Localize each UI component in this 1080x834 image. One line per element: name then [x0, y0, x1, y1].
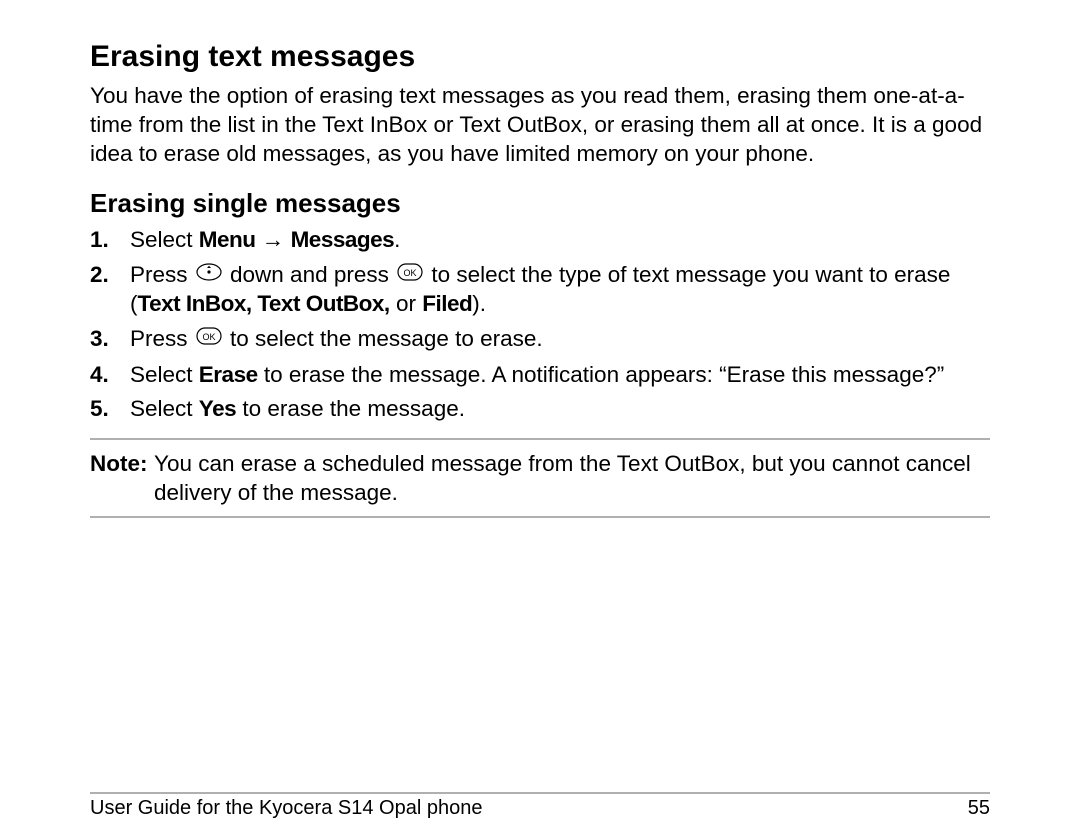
- step-1-text-a: Select: [130, 227, 199, 252]
- svg-text:OK: OK: [404, 268, 417, 278]
- step-1-messages: Messages: [291, 227, 395, 252]
- step-1-arrow: →: [256, 227, 291, 252]
- step-2-text-a: Press: [130, 262, 194, 287]
- ok-key-icon: OK: [196, 324, 222, 353]
- step-5-text-a: Select: [130, 396, 199, 421]
- steps-list: Select Menu → Messages. Press down and p…: [90, 226, 990, 424]
- step-2-text-g: ).: [472, 291, 486, 316]
- step-4: Select Erase to erase the message. A not…: [90, 361, 990, 390]
- step-2-text-b: down and press: [224, 262, 395, 287]
- svg-text:OK: OK: [202, 332, 215, 342]
- note-label: Note:: [90, 450, 148, 479]
- rule-above-note: [90, 438, 990, 440]
- ok-key-icon: OK: [397, 260, 423, 289]
- footer-rule: [90, 792, 990, 794]
- nav-key-icon: [196, 260, 222, 289]
- step-3-text-b: to select the message to erase.: [224, 326, 543, 351]
- step-4-text-a: Select: [130, 362, 199, 387]
- heading-erasing-text-messages: Erasing text messages: [90, 38, 990, 76]
- step-4-erase: Erase: [199, 362, 258, 387]
- intro-paragraph: You have the option of erasing text mess…: [90, 82, 990, 168]
- step-4-text-c: to erase the message. A notification app…: [258, 362, 945, 387]
- page-number: 55: [968, 796, 990, 822]
- step-2-text-e: or: [390, 291, 423, 316]
- step-5: Select Yes to erase the message.: [90, 395, 990, 424]
- step-1: Select Menu → Messages.: [90, 226, 990, 255]
- step-3: Press OK to select the message to erase.: [90, 325, 990, 354]
- step-5-yes: Yes: [199, 396, 236, 421]
- step-5-text-c: to erase the message.: [236, 396, 465, 421]
- heading-erasing-single-messages: Erasing single messages: [90, 187, 990, 220]
- step-3-text-a: Press: [130, 326, 194, 351]
- footer-title: User Guide for the Kyocera S14 Opal phon…: [90, 796, 482, 822]
- note-paragraph: Note: You can erase a scheduled message …: [90, 450, 990, 508]
- rule-below-note: [90, 516, 990, 518]
- step-2-bold-d: Text InBox, Text OutBox,: [138, 291, 390, 316]
- page-footer: User Guide for the Kyocera S14 Opal phon…: [90, 796, 990, 822]
- step-2-bold-f: Filed: [422, 291, 472, 316]
- note-body: You can erase a scheduled message from t…: [154, 451, 971, 505]
- step-1-menu: Menu: [199, 227, 256, 252]
- step-1-period: .: [394, 227, 400, 252]
- step-2: Press down and press OK to select the ty…: [90, 261, 990, 319]
